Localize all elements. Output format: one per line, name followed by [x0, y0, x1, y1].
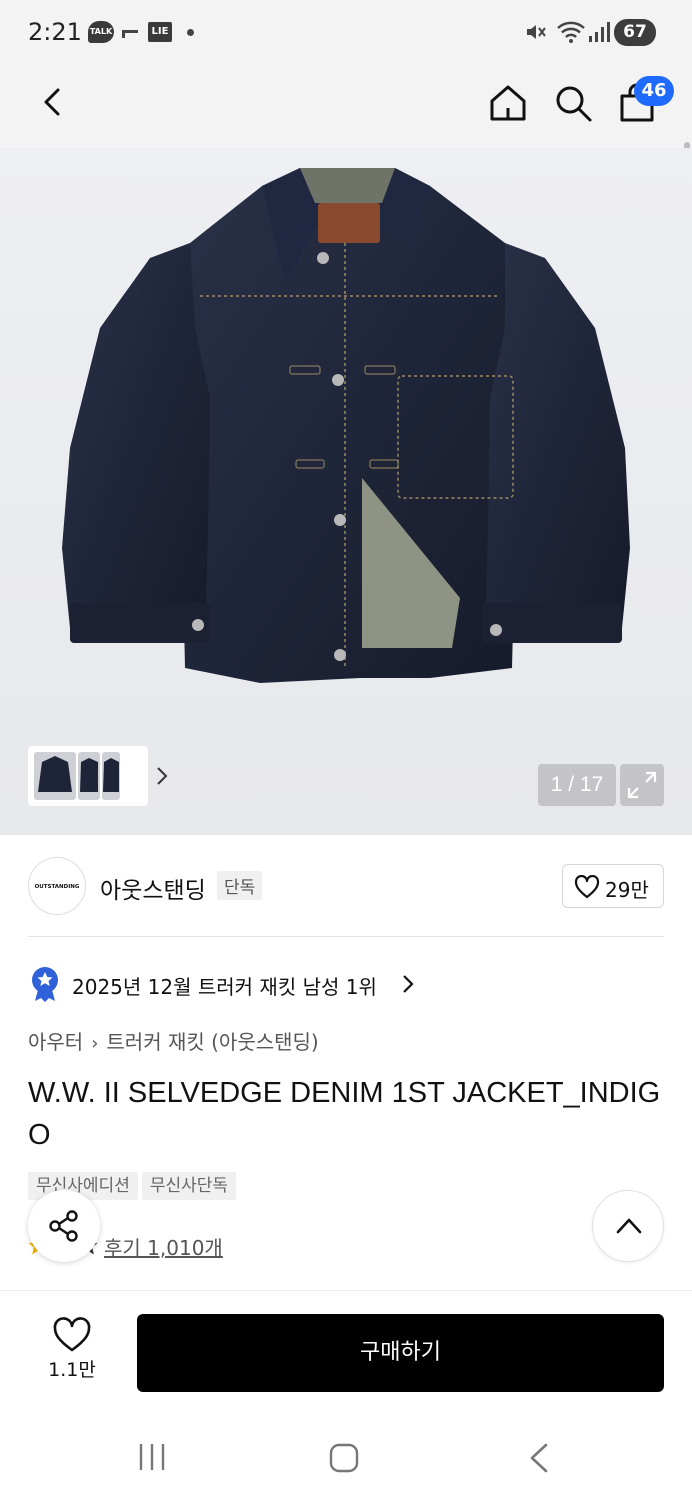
share-button[interactable] — [28, 1190, 100, 1262]
brand-like-button[interactable]: 29만 — [562, 864, 664, 908]
divider — [28, 936, 664, 937]
chevron-up-icon — [616, 1218, 642, 1234]
cart-count-badge[interactable]: 46 — [634, 76, 674, 106]
android-nav-bar — [0, 1412, 692, 1500]
chevron-right-icon — [403, 975, 414, 993]
thumbnail-1[interactable] — [34, 752, 76, 800]
breadcrumb-item-trucker[interactable]: 트러커 재킷 (아웃스탠딩) — [106, 1026, 318, 1055]
brand-like-count: 29만 — [605, 878, 649, 902]
status-bar: 2:21 TALK LIE 67 — [0, 0, 692, 64]
brand-logo[interactable]: OUTSTANDING — [28, 857, 86, 915]
chevron-right-icon[interactable] — [156, 766, 168, 786]
mute-icon — [527, 25, 546, 39]
ranking-text: 2025년 12월 트러커 재킷 남성 1위 — [72, 975, 377, 999]
back-icon[interactable] — [34, 82, 74, 122]
home-icon[interactable] — [487, 82, 529, 124]
signal-icon — [589, 22, 610, 42]
expand-button[interactable] — [620, 764, 664, 806]
app-notification-icon: LIE — [148, 22, 172, 42]
exclusive-tag: 단독 — [217, 871, 263, 900]
kakaotalk-icon: TALK — [88, 21, 114, 43]
expand-icon — [627, 771, 657, 799]
bottom-action-bar: 1.1만 구매하기 — [0, 1290, 692, 1412]
notification-icon — [122, 30, 138, 38]
brand-name[interactable]: 아웃스탠딩 — [100, 871, 206, 905]
product-image — [62, 168, 630, 683]
chevron-right-icon: › — [91, 1033, 99, 1054]
ranking-badge[interactable]: 2025년 12월 트러커 재킷 남성 1위 — [28, 966, 528, 1002]
buy-button[interactable]: 구매하기 — [137, 1314, 664, 1392]
thumbnail-strip[interactable] — [28, 746, 168, 806]
medal-icon — [32, 967, 58, 1002]
recent-apps-icon[interactable] — [137, 1442, 167, 1472]
brand-row: OUTSTANDING 아웃스탠딩 단독 29만 — [0, 835, 692, 937]
product-image-gallery[interactable]: 1 / 17 — [0, 148, 692, 835]
android-back-icon[interactable] — [526, 1442, 552, 1474]
more-notifications-dot — [187, 29, 194, 36]
status-time: 2:21 — [28, 18, 82, 46]
breadcrumb: 아우터 › 트러커 재킷 (아웃스탠딩) — [28, 1026, 319, 1055]
wishlist-count: 1.1만 — [48, 1359, 96, 1381]
search-icon[interactable] — [552, 82, 594, 124]
scroll-top-button[interactable] — [592, 1190, 664, 1262]
product-title: W.W. II SELVEDGE DENIM 1ST JACKET_INDIGO — [28, 1077, 661, 1151]
share-icon — [49, 1210, 78, 1242]
battery-indicator: 67 — [614, 19, 656, 46]
heart-icon — [53, 1317, 91, 1352]
tag-musinsa-exclusive: 무신사단독 — [141, 1172, 237, 1200]
review-link[interactable]: 후기 1,010개 — [104, 1232, 223, 1261]
heart-icon — [574, 875, 600, 899]
image-counter: 1 / 17 — [538, 764, 616, 806]
thumbnail-2[interactable] — [78, 752, 100, 800]
wishlist-button[interactable]: 1.1만 — [40, 1313, 104, 1383]
android-home-icon[interactable] — [328, 1442, 360, 1474]
breadcrumb-item-outer[interactable]: 아우터 — [28, 1026, 83, 1055]
top-nav: 46 — [0, 64, 692, 208]
wifi-icon — [557, 21, 585, 43]
thumbnail-3[interactable] — [102, 752, 120, 800]
